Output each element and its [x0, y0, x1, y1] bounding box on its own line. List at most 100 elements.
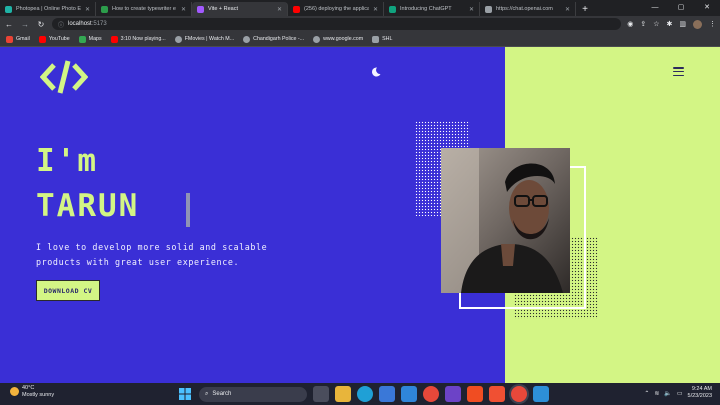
bookmark-fmovies[interactable]: FMovies | Watch M...: [174, 35, 235, 43]
tab-youtube[interactable]: (256) deploying the applica ✕: [288, 2, 384, 16]
chrome-icon-active[interactable]: [511, 386, 527, 402]
page-favicon-icon: [485, 5, 492, 13]
back-icon[interactable]: ←: [4, 20, 14, 29]
taskbar-search[interactable]: ⌕ Search: [199, 386, 307, 402]
tab-label: Photopea | Online Photo Ed: [16, 6, 81, 12]
bookmark-label: FMovies | Watch M...: [184, 36, 235, 42]
window-controls: — ▢ ✕: [642, 0, 720, 14]
hamburger-icon[interactable]: [673, 67, 684, 76]
chrome-icon[interactable]: [423, 386, 439, 402]
tab-label: https://chat.openai.com: [496, 6, 553, 12]
info-icon[interactable]: ⓘ: [58, 20, 64, 29]
side-panel-icon[interactable]: ▥: [679, 20, 686, 28]
tab-chatgpt-intro[interactable]: Introducing ChatGPT ✕: [384, 2, 480, 16]
frame-line: [459, 307, 586, 309]
bookmark-label: SHL: [382, 36, 393, 42]
bookmark-label: 3:10 Now playing...: [120, 36, 166, 42]
media-player-icon[interactable]: [445, 386, 461, 402]
tab-vite-react[interactable]: Vite + React ✕: [192, 2, 288, 16]
clock-time: 9:24 AM: [691, 386, 712, 392]
hero-tagline: I love to develop more solid and scalabl…: [36, 240, 296, 270]
minimize-icon[interactable]: —: [642, 0, 668, 14]
edge-icon[interactable]: [357, 386, 373, 402]
tab-typewriter[interactable]: How to create typewriter e ✕: [96, 2, 192, 16]
moon-icon[interactable]: [370, 66, 382, 78]
globe-icon: [313, 35, 321, 43]
photopea-favicon-icon: [5, 5, 12, 13]
close-icon[interactable]: ✕: [277, 6, 282, 13]
git-icon[interactable]: [489, 386, 505, 402]
bookmark-shl[interactable]: SHL: [372, 35, 393, 43]
clock-date: 5/23/2023: [687, 393, 712, 399]
taskbar-clock[interactable]: 9:24 AM 5/23/2023: [688, 386, 712, 400]
bookmark-label: Maps: [88, 36, 102, 42]
bookmark-gmail[interactable]: Gmail: [6, 35, 30, 43]
google-lens-icon[interactable]: ◉: [627, 20, 633, 28]
bookmark-star-icon[interactable]: ☆: [653, 20, 659, 28]
download-cv-button[interactable]: DOWNLOAD CV: [36, 280, 100, 301]
mail-icon[interactable]: [401, 386, 417, 402]
close-icon[interactable]: ✕: [373, 6, 378, 13]
profile-photo: [441, 148, 570, 293]
extensions-icon[interactable]: ✱: [667, 20, 673, 28]
bookmark-youtube[interactable]: YouTube: [38, 35, 70, 43]
windows-start-icon[interactable]: [177, 386, 193, 402]
brave-icon[interactable]: [467, 386, 483, 402]
search-icon: ⌕: [205, 390, 209, 397]
bookmark-label: Gmail: [16, 36, 30, 42]
openai-favicon-icon: [389, 5, 396, 13]
maximize-icon[interactable]: ▢: [668, 0, 694, 14]
bookmark-label: www.google.com: [323, 36, 364, 42]
bookmark-label: YouTube: [48, 36, 70, 42]
share-icon[interactable]: ⇪: [640, 20, 646, 28]
frame-line: [584, 166, 586, 309]
close-window-icon[interactable]: ✕: [694, 0, 720, 14]
close-icon[interactable]: ✕: [85, 6, 90, 13]
volume-icon[interactable]: 🔈: [664, 390, 671, 397]
youtube-icon: [110, 35, 118, 43]
bookmarks-bar: Gmail YouTube Maps 3:10 Now playing... F…: [0, 32, 720, 47]
profile-avatar[interactable]: [693, 19, 702, 29]
browser-toolbar: ← → ↻ ⓘ localhost:5173 ◉ ⇪ ☆ ✱ ▥ ⋮: [0, 16, 720, 32]
gmail-icon: [6, 35, 13, 43]
tab-label: Vite + React: [208, 6, 239, 12]
battery-icon[interactable]: ▭: [677, 390, 683, 397]
bookmark-chandigarh-police[interactable]: Chandigarh Police -...: [243, 35, 305, 43]
tab-strip: Photopea | Online Photo Ed ✕ How to crea…: [0, 0, 720, 16]
shl-icon: [372, 35, 380, 43]
youtube-icon: [38, 35, 46, 43]
wifi-icon[interactable]: ≋: [654, 390, 659, 397]
vite-favicon-icon: [197, 5, 204, 13]
close-icon[interactable]: ✕: [181, 6, 186, 13]
more-menu-icon[interactable]: ⋮: [709, 20, 716, 28]
windows-taskbar: 40°C Mostly sunny ⌕ Search ⌃ ≋ 🔈 ▭ 9:24 …: [0, 383, 720, 405]
bookmark-label: Chandigarh Police -...: [253, 36, 305, 42]
vscode-icon[interactable]: [533, 386, 549, 402]
bookmark-now-playing[interactable]: 3:10 Now playing...: [110, 35, 166, 43]
tab-chat-openai[interactable]: https://chat.openai.com ✕: [480, 2, 576, 16]
new-tab-button[interactable]: +: [578, 2, 592, 16]
weather-widget[interactable]: 40°C Mostly sunny: [10, 385, 54, 398]
globe-icon: [243, 35, 251, 43]
close-icon[interactable]: ✕: [565, 6, 570, 13]
forward-icon[interactable]: →: [20, 20, 30, 29]
reload-icon[interactable]: ↻: [36, 20, 46, 29]
bookmark-google[interactable]: www.google.com: [313, 35, 364, 43]
code-brackets-icon[interactable]: [40, 59, 88, 95]
sun-icon: [10, 387, 19, 396]
tagline-line-2: products with great user experience.: [36, 257, 240, 267]
store-icon[interactable]: [379, 386, 395, 402]
weather-desc: Mostly sunny: [22, 391, 55, 398]
bookmark-maps[interactable]: Maps: [78, 35, 102, 43]
typewriter-cursor: [186, 193, 190, 227]
close-icon[interactable]: ✕: [469, 6, 474, 13]
tab-photopea[interactable]: Photopea | Online Photo Ed ✕: [0, 2, 96, 16]
tray-overflow-icon[interactable]: ⌃: [644, 390, 649, 397]
taskbar-apps: ⌕ Search: [177, 386, 549, 402]
address-bar[interactable]: ⓘ localhost:5173: [52, 18, 622, 30]
task-view-icon[interactable]: [313, 386, 329, 402]
gfg-favicon-icon: [101, 5, 108, 13]
hero-greeting: I'm: [36, 143, 98, 179]
explorer-icon[interactable]: [335, 386, 351, 402]
address-port: :5173: [91, 21, 107, 27]
